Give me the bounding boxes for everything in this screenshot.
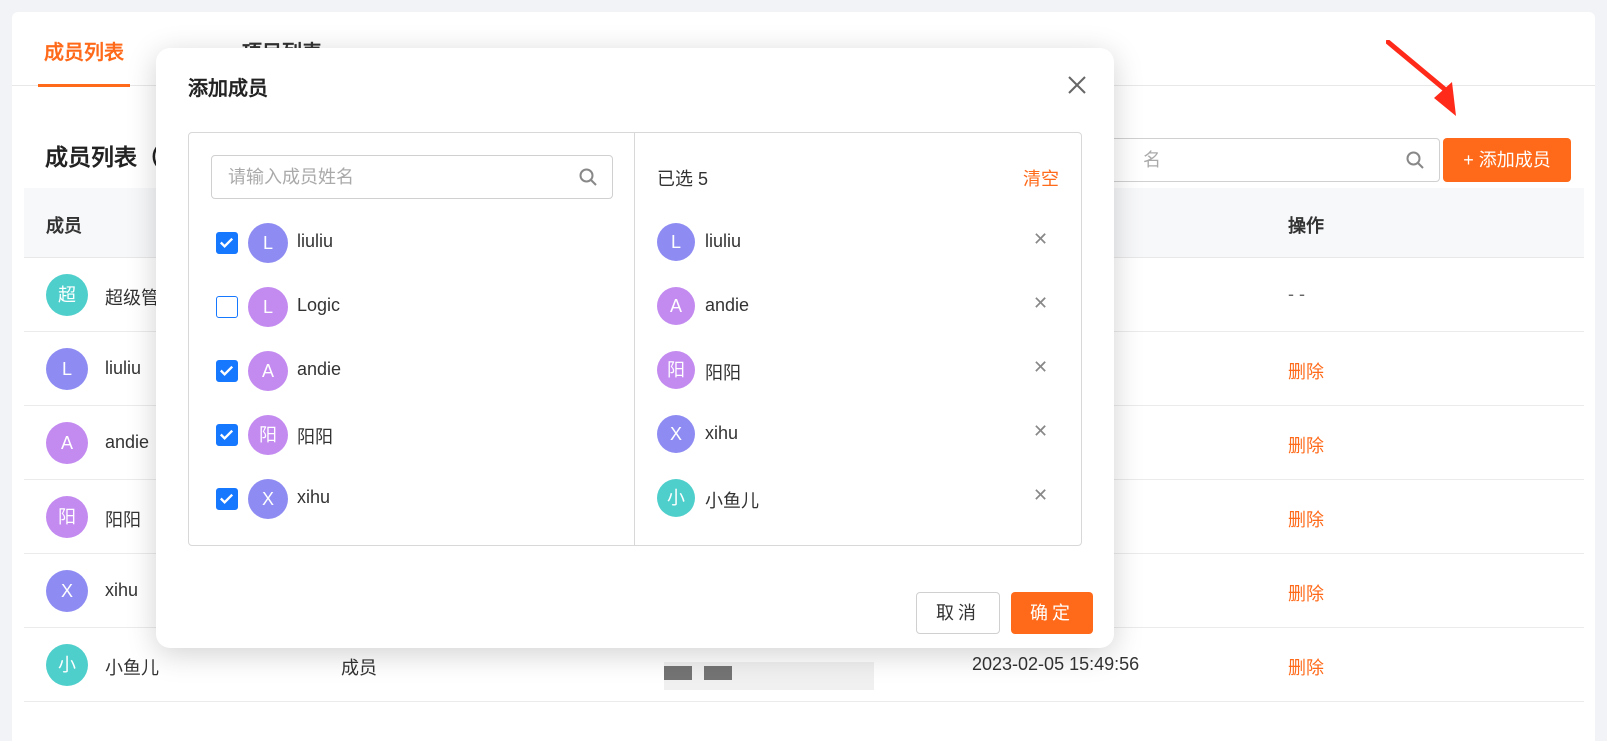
selected-pane: 已选 5 清空 Lliuliu ✕ Aandie ✕ 阳阳阳 ✕ Xxihu ✕ 小小鱼儿 ✕ [635, 133, 1081, 545]
header-op: 操作 [1288, 216, 1324, 236]
avatar: L [248, 223, 288, 263]
delete-link[interactable]: 删除 [1288, 432, 1324, 458]
remove-icon[interactable]: ✕ [1033, 357, 1048, 378]
member-role: 成员 [341, 658, 377, 678]
candidate-name: liuliu [297, 231, 334, 251]
selected-name: 阳阳 [705, 363, 741, 383]
checkbox-checked[interactable] [216, 232, 238, 254]
member-search-input[interactable]: 名 [1082, 138, 1440, 182]
blurred-content [664, 662, 874, 690]
selected-item: 小小鱼儿 ✕ [635, 467, 1081, 531]
selected-name: liuliu [705, 231, 742, 251]
avatar: X [657, 415, 695, 453]
close-icon[interactable] [1066, 74, 1088, 96]
avatar: A [46, 422, 88, 464]
checkbox-unchecked[interactable] [216, 296, 238, 318]
tab-member-list[interactable]: 成员列表 [38, 36, 130, 87]
search-placeholder: 请输入成员姓名 [228, 167, 354, 187]
avatar: 阳 [657, 351, 695, 389]
avatar: L [657, 223, 695, 261]
clear-button[interactable]: 清空 [1023, 165, 1059, 191]
avatar: A [657, 287, 695, 325]
avatar: A [248, 351, 288, 391]
avatar: 阳 [46, 496, 88, 538]
member-name: liuliu [105, 358, 142, 378]
candidate-item[interactable]: L Logic [189, 275, 635, 339]
avatar: L [248, 287, 288, 327]
candidate-name: andie [297, 359, 342, 379]
confirm-button[interactable]: 确定 [1011, 592, 1093, 634]
selected-item: Lliuliu ✕ [635, 211, 1081, 275]
candidate-search-input[interactable]: 请输入成员姓名 [211, 155, 613, 199]
delete-link[interactable]: 删除 [1288, 506, 1324, 532]
selected-count: 已选 5 [657, 169, 709, 189]
member-time: 2023-02-05 15:49:56 [972, 654, 1140, 674]
section-title: 成员列表（ [45, 144, 160, 170]
delete-link[interactable]: 删除 [1288, 358, 1324, 384]
member-name: 阳阳 [105, 510, 141, 530]
avatar: 超 [46, 274, 88, 316]
member-name: xihu [105, 580, 139, 600]
avatar: 小 [46, 644, 88, 686]
delete-link[interactable]: 删除 [1288, 654, 1324, 680]
candidate-item[interactable]: Lliuliu [189, 211, 635, 275]
search-icon [579, 168, 597, 186]
member-name: 超级管 [105, 288, 159, 308]
member-name: 小鱼儿 [105, 658, 159, 678]
candidate-item[interactable]: Xxihu [189, 467, 635, 531]
avatar: 小 [657, 479, 695, 517]
check-icon [219, 237, 234, 248]
candidate-name: xihu [297, 487, 331, 507]
member-name: andie [105, 432, 150, 452]
selected-item: Xxihu ✕ [635, 403, 1081, 467]
candidate-name: Logic [297, 295, 341, 315]
selected-item: 阳阳阳 ✕ [635, 339, 1081, 403]
header-member: 成员 [46, 216, 82, 236]
candidate-item[interactable]: 阳阳阳 [189, 403, 635, 467]
selected-name: 小鱼儿 [705, 491, 759, 511]
member-search-placeholder: 名 [1143, 150, 1161, 170]
selected-name: andie [705, 295, 750, 315]
search-icon [1406, 151, 1424, 169]
member-transfer: 请输入成员姓名 Lliuliu L Logic Aandie 阳阳阳 Xxihu 已选 5… [188, 132, 1082, 546]
checkbox-checked[interactable] [216, 488, 238, 510]
candidate-pane: 请输入成员姓名 Lliuliu L Logic Aandie 阳阳阳 Xxihu [189, 133, 635, 545]
add-member-dialog: 添加成员 请输入成员姓名 Lliuliu L Logic Aandie 阳阳阳 Xxihu… [156, 48, 1114, 648]
dialog-title: 添加成员 [188, 78, 268, 100]
checkbox-checked[interactable] [216, 424, 238, 446]
check-icon [219, 493, 234, 504]
avatar: L [46, 348, 88, 390]
avatar: X [248, 479, 288, 519]
avatar: X [46, 570, 88, 612]
selected-item: Aandie ✕ [635, 275, 1081, 339]
avatar: 阳 [248, 415, 288, 455]
remove-icon[interactable]: ✕ [1033, 485, 1048, 506]
cancel-button[interactable]: 取消 [916, 592, 1000, 634]
red-arrow-annotation [1386, 40, 1456, 116]
candidate-name: 阳阳 [297, 427, 333, 447]
remove-icon[interactable]: ✕ [1033, 293, 1048, 314]
selected-name: xihu [705, 423, 739, 443]
remove-icon[interactable]: ✕ [1033, 229, 1048, 250]
check-icon [219, 365, 234, 376]
candidate-item[interactable]: Aandie [189, 339, 635, 403]
no-op: - - [1288, 284, 1305, 304]
checkbox-checked[interactable] [216, 360, 238, 382]
delete-link[interactable]: 删除 [1288, 580, 1324, 606]
check-icon [219, 429, 234, 440]
remove-icon[interactable]: ✕ [1033, 421, 1048, 442]
add-member-button[interactable]: + 添加成员 [1443, 138, 1571, 182]
